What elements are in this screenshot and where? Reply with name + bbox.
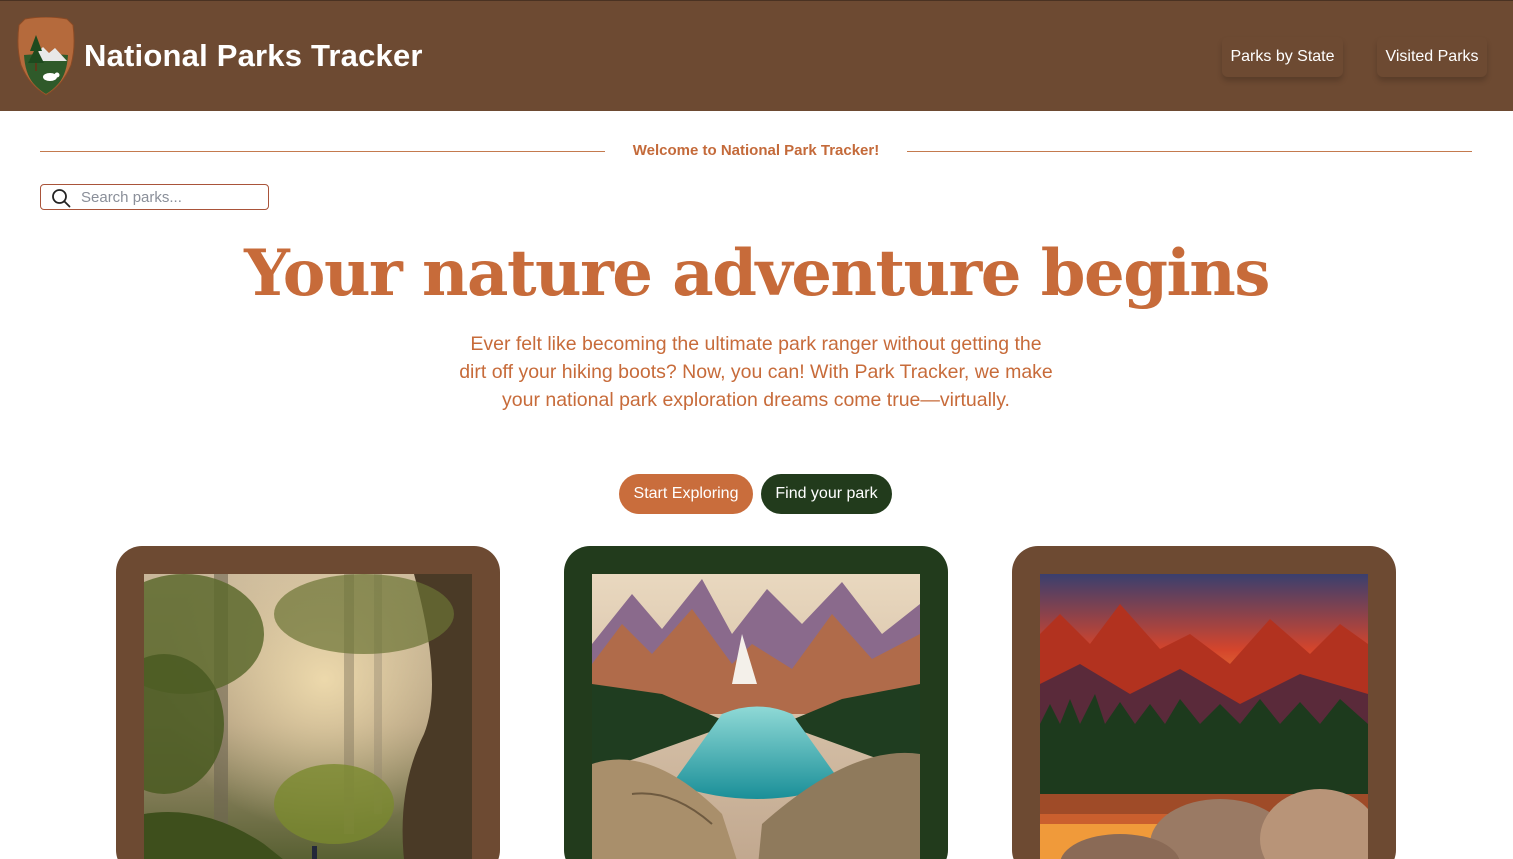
red-canyon-sunset-image	[1040, 574, 1368, 859]
park-card-red-canyon[interactable]	[1012, 546, 1396, 859]
nav-visited-parks[interactable]: Visited Parks	[1377, 37, 1487, 77]
park-card-mountain-lake[interactable]	[564, 546, 948, 859]
find-your-park-button[interactable]: Find your park	[761, 474, 892, 514]
divider-line-right	[907, 151, 1472, 152]
welcome-banner: Welcome to National Park Tracker!	[40, 141, 1472, 163]
welcome-text: Welcome to National Park Tracker!	[632, 142, 880, 159]
search-icon	[51, 188, 71, 208]
divider-line-left	[40, 151, 605, 152]
nav-parks-by-state[interactable]: Parks by State	[1222, 37, 1343, 77]
hero-title: Your nature adventure begins	[244, 236, 1270, 311]
start-exploring-button[interactable]: Start Exploring	[619, 474, 753, 514]
nps-arrowhead-icon[interactable]	[15, 16, 77, 96]
search-input[interactable]	[81, 187, 261, 207]
forest-trail-image	[144, 574, 472, 859]
search-box[interactable]	[40, 184, 269, 210]
mountain-lake-image	[592, 574, 920, 859]
hero-description: Ever felt like becoming the ultimate par…	[459, 333, 1053, 411]
site-header: National Parks Tracker Parks by State Vi…	[0, 0, 1513, 111]
park-card-forest[interactable]	[116, 546, 500, 859]
site-title: National Parks Tracker	[84, 38, 423, 73]
